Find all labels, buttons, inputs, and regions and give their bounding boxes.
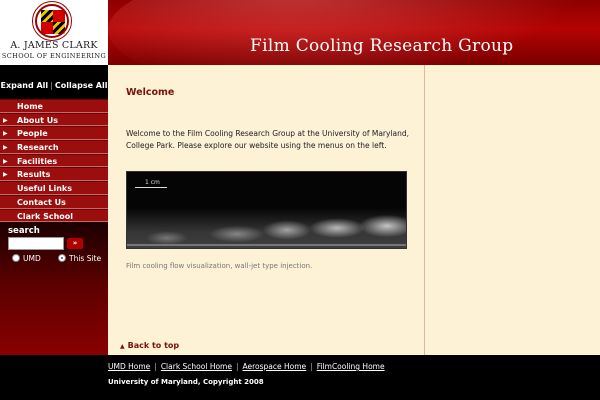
- right-column: [424, 65, 600, 355]
- intro-text: Welcome to the Film Cooling Research Gro…: [126, 129, 410, 150]
- radio-this-site[interactable]: [58, 254, 66, 262]
- site-header: A. JAMES CLARK SCHOOL OF ENGINEERING Fil…: [0, 0, 600, 65]
- separator: |: [50, 81, 53, 90]
- sidebar-item-label: Useful Links: [17, 184, 73, 194]
- search-input[interactable]: [8, 237, 64, 250]
- sidebar-item-label: People: [17, 129, 48, 139]
- image-caption: Film cooling flow visualization, wall-je…: [126, 262, 313, 270]
- radio-umd-label: UMD: [23, 254, 41, 263]
- sidebar-nav: Home ▶ About Us ▶ People ▶ Research ▶ Fa…: [0, 99, 108, 223]
- radio-umd[interactable]: [12, 254, 20, 262]
- expand-collapse-bar: Expand All | Collapse All: [0, 81, 108, 90]
- footer-links: UMD Home | Clark School Home | Aerospace Hom…: [108, 362, 385, 371]
- sidebar-item-contact-us[interactable]: Contact Us: [0, 194, 108, 209]
- back-to-top-link[interactable]: ▲ Back to top: [120, 341, 179, 350]
- back-to-top-label: Back to top: [127, 341, 180, 350]
- site-footer: UMD Home | Clark School Home | Aerospace Hom…: [0, 355, 600, 400]
- main-content: Welcome Welcome to the Film Cooling Rese…: [108, 65, 424, 355]
- left-sidebar: Expand All | Collapse All Home ▶ About Us …: [0, 65, 108, 355]
- sidebar-item-label: Home: [17, 102, 43, 111]
- sidebar-item-facilities[interactable]: ▶ Facilities: [0, 153, 108, 168]
- flow-visualization-image: 1 cm: [126, 171, 407, 249]
- expand-arrow-icon[interactable]: ▶: [3, 171, 8, 178]
- sidebar-item-label: Contact Us: [17, 197, 66, 207]
- copyright-text: University of Maryland, Copyright 2008: [108, 378, 264, 386]
- scale-bar: [135, 187, 167, 188]
- sidebar-item-label: Facilities: [17, 156, 58, 166]
- search-go-button[interactable]: »: [67, 238, 83, 249]
- separator: |: [310, 362, 313, 371]
- school-name: A. JAMES CLARK: [10, 40, 98, 51]
- footer-link-filmcooling-home[interactable]: FilmCooling Home: [317, 362, 385, 371]
- school-subtitle: SCHOOL OF ENGINEERING: [1, 52, 107, 60]
- sidebar-item-useful-links[interactable]: Useful Links: [0, 181, 108, 195]
- school-logo[interactable]: A. JAMES CLARK SCHOOL OF ENGINEERING: [0, 0, 108, 65]
- sidebar-item-about-us[interactable]: ▶ About Us: [0, 112, 108, 127]
- sidebar-item-label: Results: [17, 170, 51, 180]
- separator: |: [154, 362, 157, 371]
- coolant-plume: [127, 208, 406, 248]
- sidebar-item-results[interactable]: ▶ Results: [0, 167, 108, 182]
- search-title: search: [8, 226, 40, 236]
- expand-all-link[interactable]: Expand All: [1, 81, 49, 90]
- sidebar-item-clark-school[interactable]: Clark School: [0, 208, 108, 223]
- triangle-up-icon: ▲: [120, 343, 125, 350]
- sidebar-item-people[interactable]: ▶ People: [0, 126, 108, 141]
- expand-arrow-icon[interactable]: ▶: [3, 144, 8, 151]
- university-seal-icon: [32, 1, 72, 41]
- wall-line: [127, 244, 406, 246]
- collapse-all-link[interactable]: Collapse All: [55, 81, 108, 90]
- expand-arrow-icon[interactable]: ▶: [3, 130, 8, 137]
- expand-arrow-icon[interactable]: ▶: [3, 117, 8, 124]
- sidebar-item-research[interactable]: ▶ Research: [0, 140, 108, 154]
- site-title: Film Cooling Research Group: [250, 36, 514, 56]
- footer-link-umd-home[interactable]: UMD Home: [108, 362, 150, 371]
- sidebar-item-label: About Us: [17, 115, 58, 125]
- footer-link-aerospace-home[interactable]: Aerospace Home: [243, 362, 307, 371]
- separator: |: [235, 362, 239, 371]
- sidebar-item-label: Research: [17, 143, 59, 153]
- radio-this-site-label: This Site: [69, 254, 102, 263]
- footer-link-clark-school-home[interactable]: Clark School Home: [161, 362, 232, 371]
- scale-label: 1 cm: [145, 179, 160, 186]
- sidebar-item-home[interactable]: Home: [0, 99, 108, 113]
- page-title: Welcome: [126, 87, 175, 98]
- expand-arrow-icon[interactable]: ▶: [3, 158, 8, 165]
- sidebar-item-label: Clark School: [17, 211, 73, 221]
